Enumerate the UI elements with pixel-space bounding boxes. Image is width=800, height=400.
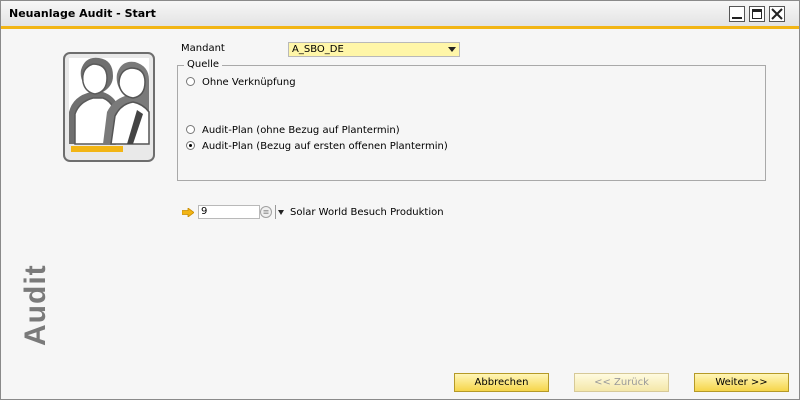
audit-wizard-window: Neuanlage Audit - Start Audit Mandant A_… [0, 0, 800, 400]
mandant-value: A_SBO_DE [292, 44, 344, 55]
radio-no-link[interactable] [186, 77, 195, 86]
list-icon[interactable] [260, 206, 272, 218]
window-title: Neuanlage Audit - Start [9, 7, 156, 20]
mandant-dropdown[interactable]: A_SBO_DE [288, 42, 460, 57]
mandant-label: Mandant [181, 43, 225, 54]
chevron-down-icon [448, 47, 456, 52]
back-button-label: << Zurück [594, 377, 649, 388]
close-icon [771, 8, 783, 20]
module-label: Audit [19, 264, 52, 346]
next-button-label: Weiter >> [715, 377, 768, 388]
radio-no-link-label[interactable]: Ohne Verknüpfung [202, 77, 296, 88]
radio-plan-without-date[interactable] [186, 125, 195, 134]
radio-plan-first-open-date-label[interactable]: Audit-Plan (Bezug auf ersten offenen Pla… [202, 141, 448, 152]
radio-plan-first-open-date[interactable] [186, 141, 195, 150]
audit-plan-number-value: 9 [201, 206, 208, 217]
radio-plan-without-date-label[interactable]: Audit-Plan (ohne Bezug auf Plantermin) [202, 125, 400, 136]
title-bar[interactable]: Neuanlage Audit - Start [1, 1, 799, 29]
back-button[interactable]: << Zurück [574, 373, 669, 392]
maximize-button[interactable] [749, 6, 765, 22]
source-group-title: Quelle [184, 59, 223, 70]
audit-plan-number-input[interactable]: 9 [198, 205, 260, 219]
cancel-button-label: Abbrechen [474, 377, 529, 388]
plan-description: Solar World Besuch Produktion [290, 207, 444, 218]
link-arrow-icon[interactable] [182, 208, 194, 217]
minimize-button[interactable] [729, 6, 745, 22]
users-icon [63, 52, 155, 162]
next-button[interactable]: Weiter >> [694, 373, 789, 392]
close-button[interactable] [769, 6, 785, 22]
plan-dropdown-button[interactable] [275, 205, 286, 219]
cancel-button[interactable]: Abbrechen [454, 373, 549, 392]
